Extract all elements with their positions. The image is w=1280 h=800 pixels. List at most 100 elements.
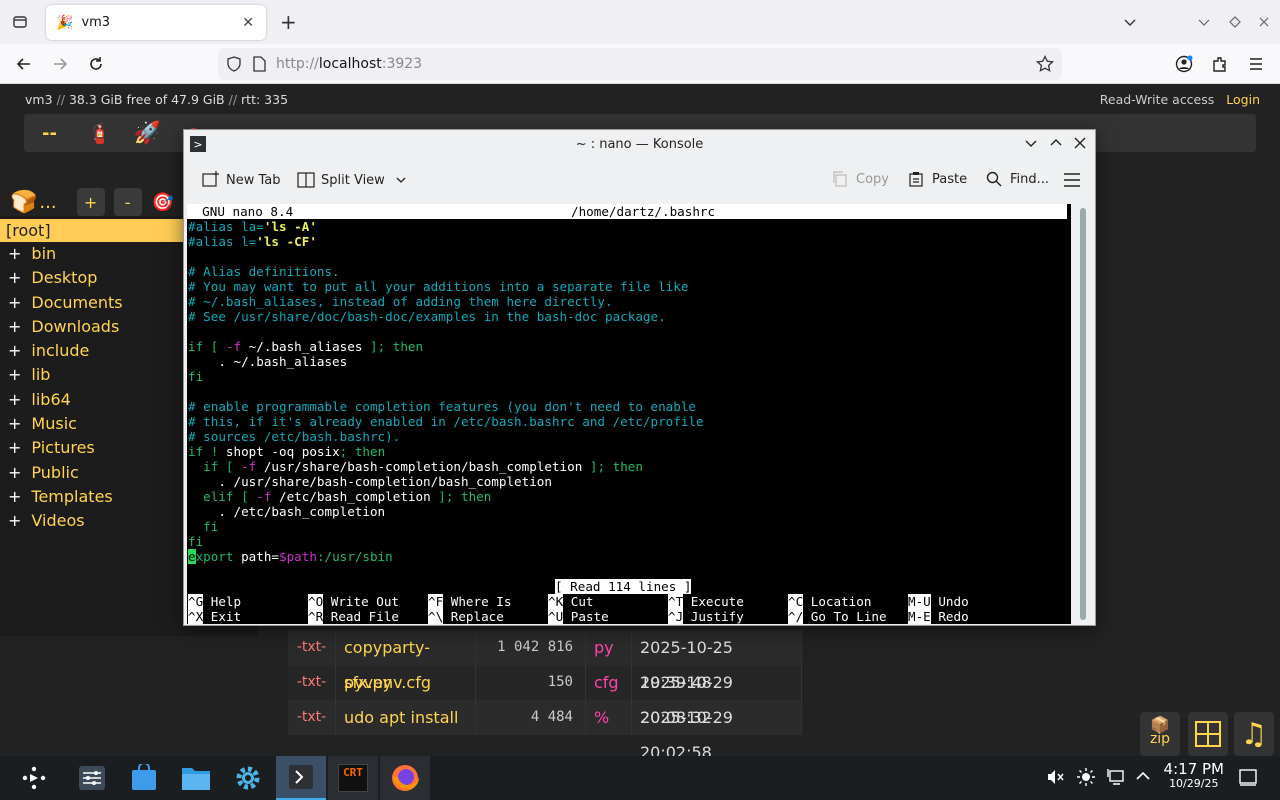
table-row[interactable]: -txt-udo apt install 4 484% 2025-10-29 20:… [288,700,802,762]
network-icon[interactable] [1107,768,1125,786]
tray-expand-icon[interactable] [1135,768,1151,784]
file-name[interactable]: copyparty-sfx.py [336,630,476,692]
shortcut-label: Execute [690,594,744,609]
text-cursor: e [188,549,196,564]
forward-icon[interactable] [46,50,74,78]
zip-download-button[interactable]: 📦 zip [1140,712,1180,756]
tree-expand-icon[interactable]: + [8,244,21,263]
reload-icon[interactable] [82,50,110,78]
system-settings-icon[interactable] [70,758,114,798]
music-note-icon[interactable]: ♫ [1234,712,1274,756]
konsole-task-icon[interactable] [276,756,326,800]
tree-expand-icon[interactable]: + [8,463,21,482]
tree-expand-icon[interactable]: + [8,438,21,457]
tree-item-label: Public [31,462,79,482]
terminal-app-icon: > [190,136,206,152]
scrollbar-thumb[interactable] [1080,208,1086,620]
konsole-titlebar[interactable]: > ~ : nano — Konsole [184,130,1095,158]
file-manager-icon[interactable] [174,758,218,798]
tree-toolbar: 🍞 ... + - 🎯 [10,188,174,216]
tree-expand-button[interactable]: + [76,188,105,216]
tree-expand-icon[interactable]: + [8,390,21,409]
toolbar-dash[interactable]: -- [42,123,57,144]
close-window-icon[interactable] [1073,136,1087,150]
discover-store-icon[interactable] [122,758,166,798]
nano-shortcut: ^\ Replace [428,609,504,624]
terminal-scrollbar[interactable] [1077,204,1089,624]
url-bar[interactable]: http://localhost:3923 [218,48,1062,80]
tree-expand-icon[interactable]: + [8,365,21,384]
copy-button[interactable]: Copy [832,171,889,187]
tab-title: vm3 [81,15,111,30]
tree-expand-icon[interactable]: + [8,511,21,530]
code-line: # enable programmable completion feature… [188,399,696,414]
cool-retro-term-icon[interactable]: CRT [328,756,378,800]
browser-tab-bar: 🎉 vm3 ✕ + [0,0,1280,44]
new-tab-button[interactable]: New Tab [202,171,281,189]
new-tab-icon[interactable]: + [280,10,297,34]
show-desktop-icon[interactable] [1239,768,1257,786]
bookmark-star-icon[interactable] [1036,55,1054,73]
menu-icon[interactable] [1242,50,1270,78]
shortcut-key: ^F [428,594,444,609]
shield-icon[interactable] [226,56,242,72]
shortcut-label: Where Is [450,594,512,609]
bread-icon[interactable]: 🍞 [10,190,37,215]
server-info: vm3 // 38.3 GiB free of 47.9 GiB // rtt:… [25,92,288,107]
search-icon [986,171,1002,187]
code-line: if ! shopt -oq posix; then [188,444,386,459]
tree-item-label: lib [31,365,51,385]
settings-gear-icon[interactable] [226,758,270,798]
brightness-icon[interactable] [1077,768,1095,786]
file-ext: % [586,700,632,735]
file-name[interactable]: udo apt install [336,700,476,735]
tree-expand-icon[interactable]: + [8,487,21,506]
tab-list-icon[interactable] [6,8,34,36]
file-name[interactable]: pyvenv.cfg [336,665,476,700]
tree-expand-icon[interactable]: + [8,317,21,336]
clock[interactable]: 4:17 PM 10/29/25 [1164,760,1224,790]
nano-shortcut: ^U Paste [548,609,609,624]
shortcut-key: ^R [308,609,324,624]
tree-item-label: Documents [31,292,123,312]
minimize-icon[interactable] [1190,8,1218,36]
app-launcher-icon[interactable] [12,758,56,798]
tree-collapse[interactable]: ... [39,192,56,213]
login-link[interactable]: Login [1226,92,1260,107]
chevron-down-icon[interactable] [1116,8,1144,36]
code-line: # You may want to put all your additions… [188,279,689,294]
back-icon[interactable] [10,50,38,78]
close-window-icon[interactable] [1250,8,1278,36]
screen: 🎉 vm3 ✕ + http:// localhost:3923 vm3 //… [0,0,1280,800]
minimize-window-icon[interactable] [1024,136,1038,150]
tree-expand-icon[interactable]: + [8,293,21,312]
find-button[interactable]: Find... [986,171,1049,187]
target-icon[interactable]: 🎯 [152,192,174,213]
tree-expand-icon[interactable]: + [8,414,21,433]
table-row[interactable]: -txt-copyparty-sfx.py 1 042 816 py 2025-10-… [288,630,802,692]
volume-muted-icon[interactable] [1046,768,1064,786]
close-tab-icon[interactable]: ✕ [242,15,254,31]
browser-tab[interactable]: 🎉 vm3 ✕ [46,5,266,40]
vm-name: vm3 [25,92,53,107]
tree-expand-icon[interactable]: + [8,268,21,287]
maximize-window-icon[interactable] [1049,136,1063,150]
table-row[interactable]: -txt-pyvenv.cfg 150 cfg 2025-10-29 20:08:32 [288,665,802,727]
grid-view-icon[interactable] [1188,712,1228,756]
tree-expand-icon[interactable]: + [8,341,21,360]
nano-status-bar: [ Read 114 lines ] [555,579,692,594]
paste-button[interactable]: Paste [908,171,967,187]
split-view-button[interactable]: Split View [297,171,407,189]
code-line: . /usr/share/bash-completion/bash_comple… [188,474,552,489]
nano-shortcut: ^G Help [188,594,241,609]
account-icon[interactable] [1170,50,1198,78]
extinguisher-icon[interactable]: 🧯 [87,121,112,145]
new-tab-label: New Tab [226,172,281,188]
tree-shrink-button[interactable]: - [113,188,142,216]
firefox-icon[interactable] [380,756,430,800]
rocket-icon[interactable]: 🚀 [134,121,161,146]
maximize-icon[interactable] [1221,8,1249,36]
hamburger-menu-icon[interactable] [1063,172,1081,188]
extensions-icon[interactable] [1206,50,1234,78]
terminal-view[interactable]: GNU nano 8.4/home/dartz/.bashrc #alias l… [187,204,1071,624]
